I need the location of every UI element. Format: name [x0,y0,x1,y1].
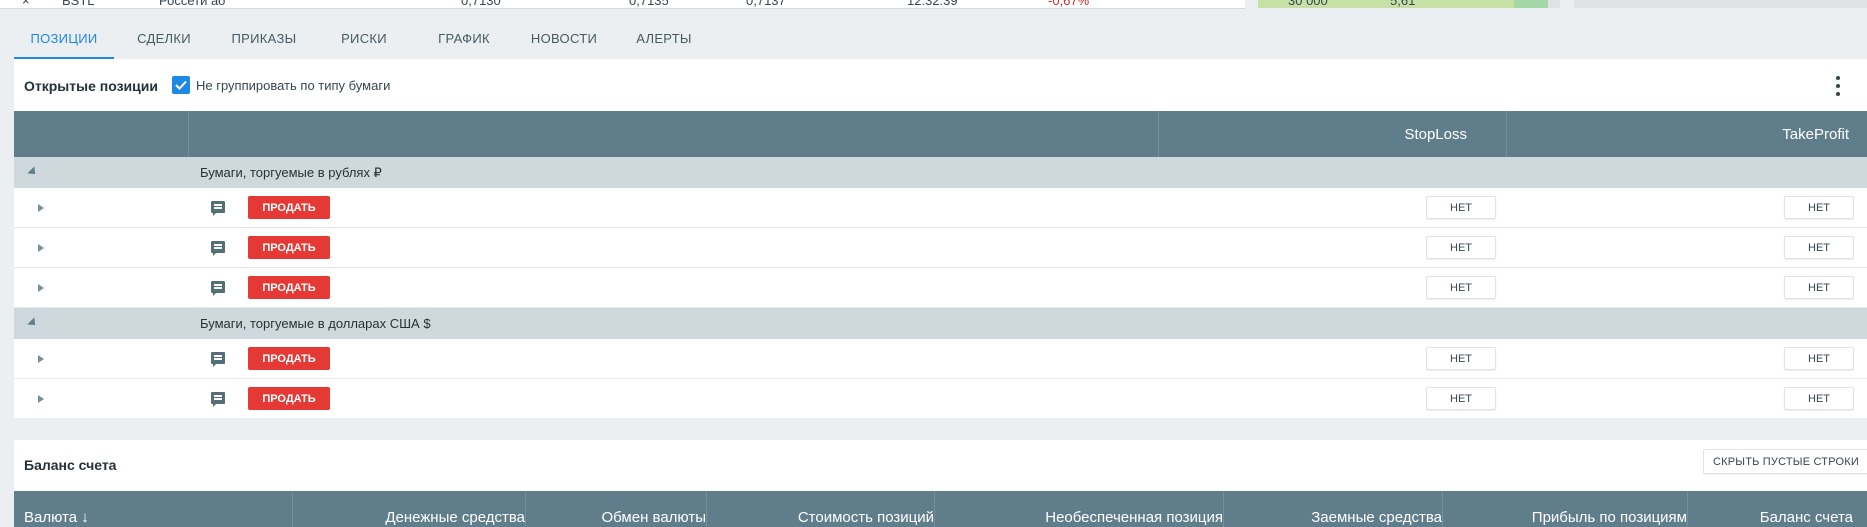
comment-icon[interactable] [211,352,225,367]
group-row-usd: Бумаги, торгуемые в долларах США $ [14,308,1867,339]
group-label: Бумаги, торгуемые в долларах США $ [200,316,431,331]
more-vert-icon[interactable] [1829,76,1847,96]
balance-table-header: Валюта ↓ Денежные средства Обмен валюты … [14,491,1867,527]
expand-icon[interactable] [38,204,44,212]
stoploss-none-button[interactable]: НЕТ [1426,196,1496,219]
open-positions-panel: Открытые позиции Не группировать по типу… [14,59,1867,418]
account-balance-panel: Баланс счета СКРЫТЬ ПУСТЫЕ СТРОКИ Валюта… [14,440,1867,527]
sell-button[interactable]: ПРОДАТЬ [248,387,330,410]
expand-icon[interactable] [38,395,44,403]
stoploss-none-button[interactable]: НЕТ [1426,236,1496,259]
no-group-label: Не группировать по типу бумаги [196,77,391,93]
change-cell: -0,67% [1048,0,1090,8]
takeprofit-none-button[interactable]: НЕТ [1784,196,1854,219]
sell-button[interactable]: ПРОДАТЬ [248,196,330,219]
col-cash[interactable]: Денежные средства [385,509,525,526]
sell-button[interactable]: ПРОДАТЬ [248,236,330,259]
book-price: 5,61 [1390,0,1416,8]
table-row: ПРОДАТЬ НЕТ НЕТ [14,268,1867,308]
watchlist-row[interactable]: × BSTL Россети ао 0,7130 0,7135 0,7137 1… [0,0,1245,8]
comment-icon[interactable] [211,201,225,216]
sell-button[interactable]: ПРОДАТЬ [248,347,330,370]
balance-header: Баланс счета СКРЫТЬ ПУСТЫЕ СТРОКИ [14,440,1867,491]
tab-orders[interactable]: ПРИКАЗЫ [214,22,314,58]
watchlist-strip: × BSTL Россети ао 0,7130 0,7135 0,7137 1… [0,0,1245,9]
group-label: Бумаги, торгуемые в рублях ₽ [200,165,382,180]
ticker-cell: BSTL [62,0,95,8]
stoploss-none-button[interactable]: НЕТ [1426,387,1496,410]
positions-table-header: StopLoss TakeProfit [14,111,1867,157]
col-balance[interactable]: Баланс счета [1760,509,1853,526]
col-takeprofit[interactable]: TakeProfit [1782,126,1849,143]
takeprofit-none-button[interactable]: НЕТ [1784,236,1854,259]
collapse-icon[interactable] [27,317,39,329]
col-borrowed[interactable]: Заемные средства [1311,509,1442,526]
order-book-strip: 30 000 5,61 [1258,0,1560,8]
stoploss-none-button[interactable]: НЕТ [1426,347,1496,370]
col-fx[interactable]: Обмен валюты [601,509,706,526]
value-cell: 0,7137 [746,0,786,8]
col-unsecured[interactable]: Необеспеченная позиция [1045,509,1223,526]
balance-title: Баланс счета [24,457,117,473]
side-panel-strip [1574,0,1867,8]
time-cell: 12:32:39 [907,0,958,8]
sell-button[interactable]: ПРОДАТЬ [248,276,330,299]
positions-title: Открытые позиции [24,78,158,94]
takeprofit-none-button[interactable]: НЕТ [1784,276,1854,299]
tab-positions[interactable]: ПОЗИЦИИ [14,22,114,59]
stoploss-none-button[interactable]: НЕТ [1426,276,1496,299]
expand-icon[interactable] [38,284,44,292]
table-row: ПРОДАТЬ НЕТ НЕТ [14,379,1867,418]
tab-bar: ПОЗИЦИИ СДЕЛКИ ПРИКАЗЫ РИСКИ ГРАФИК НОВО… [14,22,714,59]
tab-alerts[interactable]: АЛЕРТЫ [614,22,714,58]
value-cell: 0,7135 [629,0,669,8]
value-cell: 0,7130 [461,0,501,8]
takeprofit-none-button[interactable]: НЕТ [1784,387,1854,410]
col-profit[interactable]: Прибыль по позициям [1532,509,1687,526]
no-group-toggle[interactable]: Не группировать по типу бумаги [172,76,390,94]
tab-news[interactable]: НОВОСТИ [514,22,614,58]
positions-header: Открытые позиции Не группировать по типу… [14,59,1867,111]
takeprofit-none-button[interactable]: НЕТ [1784,347,1854,370]
table-row: ПРОДАТЬ НЕТ НЕТ [14,188,1867,228]
tab-risks[interactable]: РИСКИ [314,22,414,58]
col-currency[interactable]: Валюта ↓ [24,509,89,526]
hide-empty-rows-button[interactable]: СКРЫТЬ ПУСТЫЕ СТРОКИ [1703,449,1867,474]
checkbox-checked-icon[interactable] [172,76,190,94]
comment-icon[interactable] [211,392,225,407]
tab-deals[interactable]: СДЕЛКИ [114,22,214,58]
table-row: ПРОДАТЬ НЕТ НЕТ [14,228,1867,268]
table-row: ПРОДАТЬ НЕТ НЕТ [14,339,1867,379]
expand-icon[interactable] [38,355,44,363]
name-cell: Россети ао [159,0,226,8]
comment-icon[interactable] [211,281,225,296]
close-icon[interactable]: × [22,0,30,8]
col-positions-value[interactable]: Стоимость позиций [798,509,934,526]
col-stoploss[interactable]: StopLoss [1404,126,1467,143]
expand-icon[interactable] [38,244,44,252]
group-row-rub: Бумаги, торгуемые в рублях ₽ [14,157,1867,188]
book-qty: 30 000 [1288,0,1328,8]
comment-icon[interactable] [211,241,225,256]
collapse-icon[interactable] [27,166,39,178]
tab-chart[interactable]: ГРАФИК [414,22,514,58]
